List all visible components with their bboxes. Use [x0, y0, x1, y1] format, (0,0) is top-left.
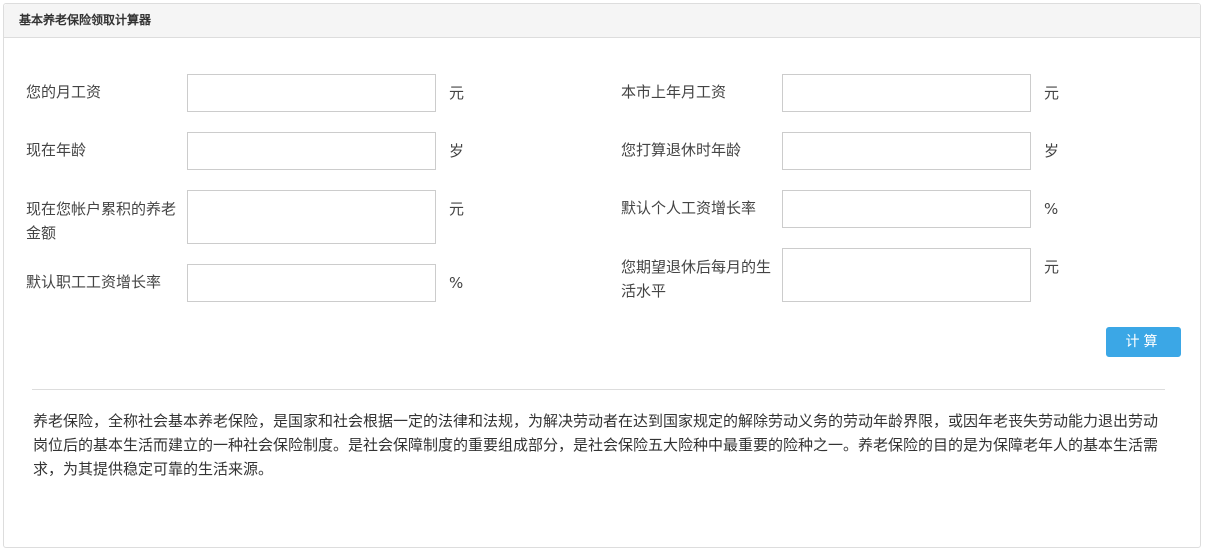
current-age-input[interactable]: [187, 132, 436, 170]
panel-title: 基本养老保险领取计算器: [19, 13, 152, 27]
personal-wage-growth-input[interactable]: [782, 190, 1031, 228]
monthly-salary-unit: 元: [449, 84, 465, 102]
retire-age-label: 您打算退休时年龄: [621, 141, 742, 159]
expected-living-label: 您期望退休后每月的生活水平: [621, 258, 772, 300]
personal-wage-growth-unit: %: [1044, 200, 1059, 218]
employee-wage-growth-input[interactable]: [187, 264, 436, 302]
account-balance-label: 现在您帐户累积的养老金额: [26, 200, 177, 242]
personal-wage-growth-label: 默认个人工资增长率: [621, 199, 757, 217]
monthly-salary-label: 您的月工资: [26, 83, 102, 101]
expected-living-input[interactable]: [782, 248, 1031, 302]
city-avg-salary-unit: 元: [1044, 84, 1060, 102]
monthly-salary-input[interactable]: [187, 74, 436, 112]
current-age-unit: 岁: [449, 142, 465, 160]
retire-age-unit: 岁: [1044, 142, 1060, 160]
employee-wage-growth-unit: %: [449, 274, 464, 292]
current-age-label: 现在年龄: [26, 141, 87, 159]
panel-header: 基本养老保险领取计算器: [4, 4, 1200, 38]
city-avg-salary-input[interactable]: [782, 74, 1031, 112]
city-avg-salary-label: 本市上年月工资: [621, 83, 727, 101]
account-balance-input[interactable]: [187, 190, 436, 244]
expected-living-unit: 元: [1044, 258, 1060, 276]
retire-age-input[interactable]: [782, 132, 1031, 170]
employee-wage-growth-label: 默认职工工资增长率: [26, 273, 162, 291]
description-text: 养老保险，全称社会基本养老保险，是国家和社会根据一定的法律和法规，为解决劳动者在…: [33, 412, 1159, 478]
divider: [32, 389, 1165, 390]
account-balance-unit: 元: [449, 200, 465, 218]
calculate-button[interactable]: 计算: [1106, 327, 1181, 357]
